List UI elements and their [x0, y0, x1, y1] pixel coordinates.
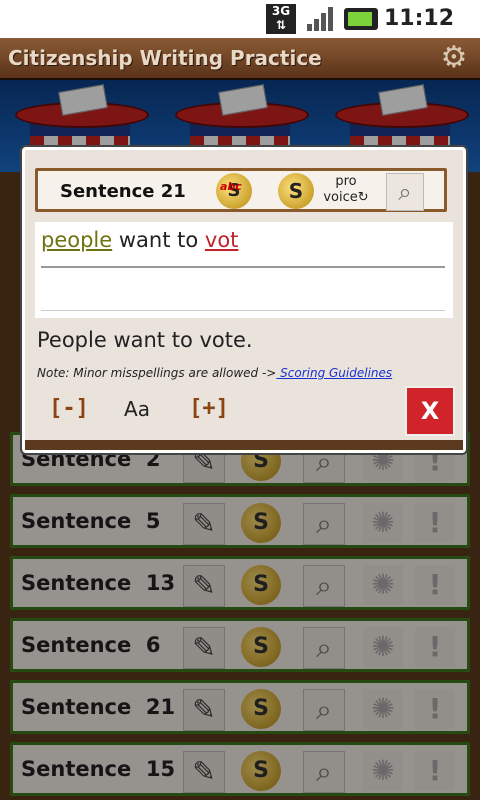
dialog-footer-bar — [25, 440, 463, 450]
word-correct: people — [41, 228, 113, 252]
battery-icon — [344, 8, 378, 30]
dialog-header: Sentence 21 abc S S pro voice↻ ⌕ — [35, 168, 447, 212]
title-bar: Citizenship Writing Practice ⚙ — [0, 38, 480, 80]
word-misspelled: vot — [204, 228, 239, 252]
divider — [41, 310, 445, 311]
speaker-s-icon[interactable]: S — [278, 173, 314, 209]
close-button[interactable]: X — [405, 386, 455, 436]
decrease-font-button[interactable]: [-] — [45, 390, 93, 428]
increase-font-button[interactable]: [+] — [185, 390, 233, 428]
answer-input-area[interactable]: people want to vot — [35, 222, 453, 318]
gear-icon[interactable]: ⚙ — [438, 42, 470, 74]
signal-icon — [307, 7, 333, 31]
app-title: Citizenship Writing Practice — [8, 46, 322, 70]
status-bar: 3G⇅ 11:12 PM — [0, 0, 480, 54]
scoring-guidelines-link[interactable]: Scoring Guidelines — [276, 366, 392, 380]
scoring-note: Note: Minor misspellings are allowed -> … — [37, 366, 393, 380]
font-size-label: Aa — [124, 397, 150, 421]
answer-text[interactable]: people want to vot — [41, 228, 238, 252]
correct-sentence: People want to vote. — [37, 328, 253, 352]
sentence-dialog: Sentence 21 abc S S pro voice↻ ⌕ people wa… — [22, 147, 466, 453]
divider — [41, 266, 445, 268]
pro-voice-button[interactable]: pro voice↻ — [320, 174, 372, 206]
network-3g-icon: 3G ⇅ — [266, 4, 296, 34]
dialog-title: Sentence 21 — [60, 181, 186, 202]
magnifier-icon[interactable]: ⌕ — [386, 173, 424, 211]
spellcheck-icon[interactable]: abc S — [216, 173, 252, 209]
